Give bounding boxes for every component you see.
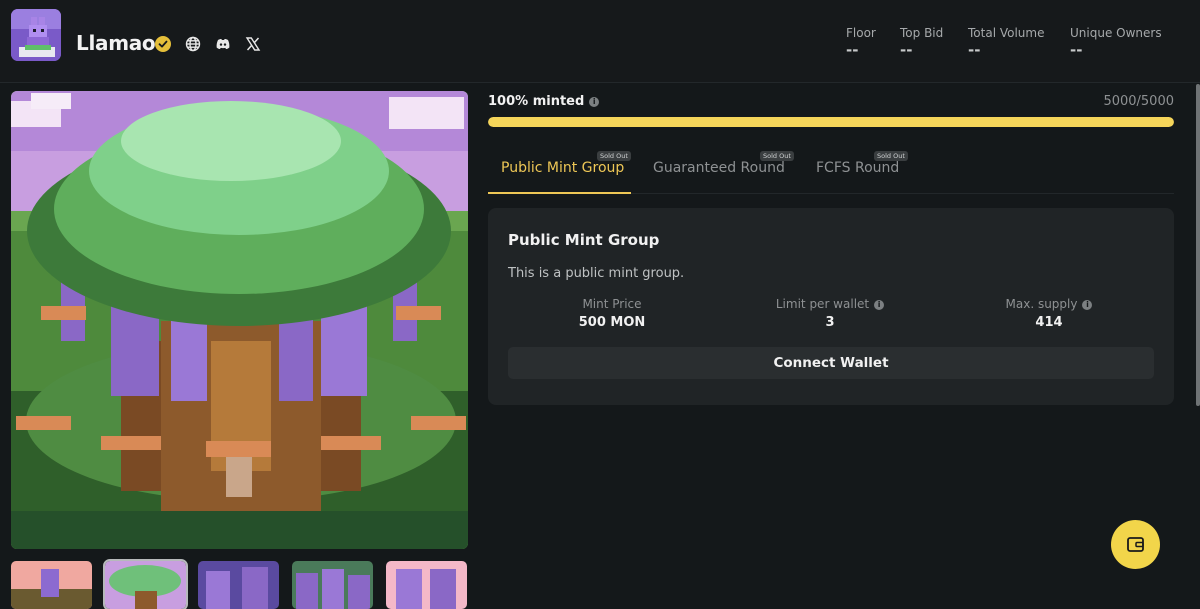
thumbnail-llamas-purple[interactable] [198, 561, 279, 609]
sold-out-badge: Sold Out [874, 151, 908, 161]
stat-floor: Floor -- [846, 26, 876, 59]
info-icon[interactable]: i [874, 300, 885, 310]
stat-value: 414 [1035, 315, 1063, 330]
stat-value: -- [846, 41, 859, 59]
nft-main-image [11, 91, 468, 549]
info-icon[interactable]: i [589, 97, 600, 107]
stat-label-text: Limit per wallet [775, 297, 870, 311]
collection-header: Llamao Floor -- Top Bid -- Total Volume … [0, 0, 1200, 83]
stat-value: -- [968, 41, 981, 59]
discord-icon[interactable] [215, 36, 231, 52]
wallet-icon [1127, 537, 1144, 552]
tab-guaranteed-round[interactable]: Guaranteed Round [653, 160, 785, 176]
mint-price: Mint Price 500 MON [532, 297, 692, 330]
stat-value: 3 [825, 315, 835, 330]
collection-avatar[interactable] [11, 9, 61, 61]
stat-unique-owners: Unique Owners -- [1070, 26, 1162, 59]
pixel-tree-artwork [11, 91, 468, 549]
stat-label: Limit per wallet i [750, 297, 910, 311]
mint-group-card: Public Mint Group This is a public mint … [488, 208, 1174, 405]
collection-name: Llamao [76, 31, 156, 55]
limit-per-wallet: Limit per wallet i 3 [750, 297, 910, 330]
globe-icon[interactable] [185, 36, 201, 52]
thumbnail-tree[interactable] [103, 559, 188, 609]
stat-total-volume: Total Volume -- [968, 26, 1044, 59]
active-tab-indicator [488, 192, 631, 194]
minted-count: 5000/5000 [1103, 94, 1174, 109]
connect-wallet-button[interactable]: Connect Wallet [508, 347, 1154, 379]
mint-progress-fill [488, 117, 1174, 127]
stat-label: Top Bid [900, 26, 944, 40]
stat-top-bid: Top Bid -- [900, 26, 943, 59]
thumbnail-llamas-group[interactable] [292, 561, 373, 609]
stat-label: Floor [846, 26, 876, 40]
stat-label: Total Volume [968, 26, 1045, 40]
thumbnail-llamas-sunset[interactable] [11, 561, 92, 609]
card-title: Public Mint Group [508, 231, 660, 249]
mint-progress-bar [488, 117, 1174, 127]
scrollbar[interactable] [1196, 84, 1200, 406]
thumbnail-llamas-pink[interactable] [386, 561, 467, 609]
stat-label: Unique Owners [1070, 26, 1162, 40]
max-supply: Max. supply i 414 [969, 297, 1129, 330]
stat-label: Mint Price [582, 297, 642, 311]
minted-percent: 100% minted i [488, 94, 600, 109]
stat-value: -- [900, 41, 913, 59]
info-icon[interactable]: i [1082, 300, 1093, 310]
card-description: This is a public mint group. [508, 266, 685, 281]
tab-public-mint-group[interactable]: Public Mint Group [501, 160, 624, 176]
sold-out-badge: Sold Out [760, 151, 794, 161]
wallet-button[interactable] [1111, 520, 1160, 569]
stat-label-text: Max. supply [1005, 297, 1078, 311]
tab-fcfs-round[interactable]: FCFS Round [816, 160, 899, 176]
verified-check-icon [155, 36, 171, 52]
stat-value: 500 MON [578, 315, 646, 330]
x-icon[interactable] [245, 36, 261, 52]
sold-out-badge: Sold Out [597, 151, 631, 161]
minted-label: 100% minted [488, 94, 585, 109]
llama-avatar-icon [11, 9, 61, 61]
stat-value: -- [1070, 41, 1083, 59]
stat-label: Max. supply i [969, 297, 1129, 311]
